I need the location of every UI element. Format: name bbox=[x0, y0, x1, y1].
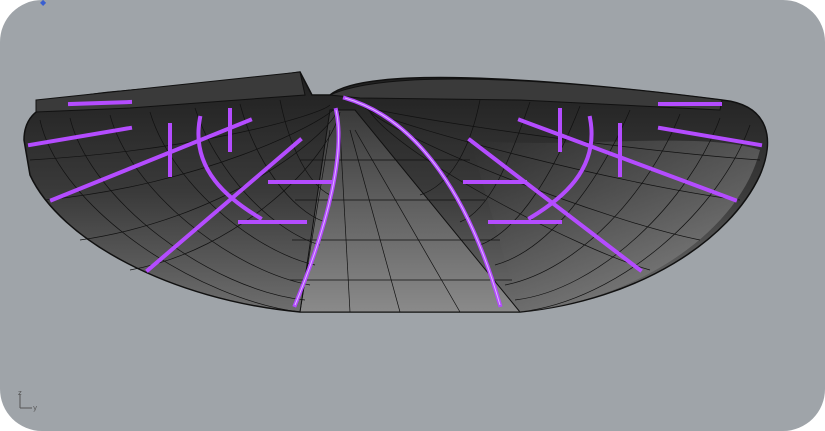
axis-z-label: z bbox=[18, 389, 22, 397]
axis-gizmo: z y bbox=[14, 388, 44, 418]
axis-y-label: y bbox=[33, 404, 38, 412]
model-viewport[interactable]: ◆ z y bbox=[0, 0, 825, 431]
left-beam-1 bbox=[67, 99, 133, 107]
tunnel-shell-model[interactable] bbox=[0, 0, 825, 431]
